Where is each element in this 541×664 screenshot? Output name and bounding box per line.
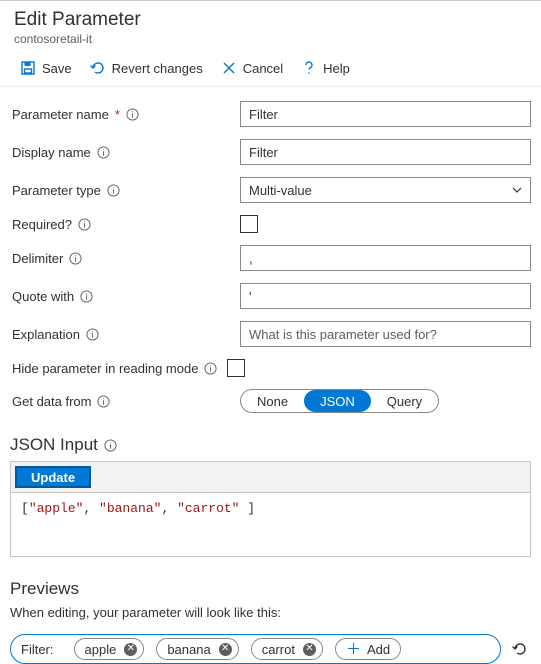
filter-tag[interactable]: apple ✕ — [74, 638, 145, 660]
tag-text: carrot — [262, 642, 295, 657]
remove-tag-icon[interactable]: ✕ — [219, 643, 232, 656]
seg-none[interactable]: None — [241, 390, 304, 412]
delimiter-label: Delimiter — [12, 251, 63, 266]
info-icon[interactable] — [69, 252, 82, 265]
seg-query[interactable]: Query — [371, 390, 438, 412]
previews-subtitle: When editing, your parameter will look l… — [0, 605, 541, 634]
info-icon[interactable] — [107, 184, 120, 197]
add-label: Add — [367, 642, 390, 657]
page-subtitle: contosoretail-it — [14, 32, 527, 46]
param-type-label: Parameter type — [12, 183, 101, 198]
hide-param-checkbox[interactable] — [227, 359, 245, 377]
get-data-label: Get data from — [12, 394, 91, 409]
quote-with-label: Quote with — [12, 289, 74, 304]
previews-title: Previews — [10, 579, 79, 599]
add-tag-button[interactable]: ＋ Add — [335, 638, 401, 660]
undo-icon — [512, 641, 528, 657]
quote-with-input[interactable] — [240, 283, 531, 309]
explanation-label: Explanation — [12, 327, 80, 342]
filter-tag[interactable]: banana ✕ — [156, 638, 238, 660]
required-label: Required? — [12, 217, 72, 232]
info-icon[interactable] — [104, 439, 117, 452]
json-input-panel: Update ["apple", "banana", "carrot" ] — [10, 461, 531, 557]
get-data-segmented: None JSON Query — [240, 389, 439, 413]
revert-button[interactable]: Revert changes — [90, 60, 203, 76]
help-icon — [301, 60, 317, 76]
display-name-input[interactable] — [240, 139, 531, 165]
remove-tag-icon[interactable]: ✕ — [124, 643, 137, 656]
delimiter-input[interactable] — [240, 245, 531, 271]
close-icon — [221, 60, 237, 76]
remove-tag-icon[interactable]: ✕ — [303, 643, 316, 656]
page-title: Edit Parameter — [14, 9, 527, 31]
help-label: Help — [323, 61, 350, 76]
filter-label: Filter: — [21, 642, 54, 657]
explanation-input[interactable] — [240, 321, 531, 347]
display-name-label: Display name — [12, 145, 91, 160]
cancel-button[interactable]: Cancel — [221, 60, 283, 76]
filter-tag[interactable]: carrot ✕ — [251, 638, 323, 660]
json-code-editor[interactable]: ["apple", "banana", "carrot" ] — [11, 493, 530, 557]
revert-label: Revert changes — [112, 61, 203, 76]
param-name-input[interactable] — [240, 101, 531, 127]
required-checkbox[interactable] — [240, 215, 258, 233]
required-asterisk: * — [115, 107, 120, 122]
param-name-label: Parameter name — [12, 107, 109, 122]
preview-undo-button[interactable] — [509, 638, 531, 660]
info-icon[interactable] — [78, 218, 91, 231]
toolbar: Save Revert changes Cancel Help — [0, 50, 541, 87]
tag-text: apple — [85, 642, 117, 657]
info-icon[interactable] — [97, 395, 110, 408]
info-icon[interactable] — [97, 146, 110, 159]
save-icon — [20, 60, 36, 76]
plus-icon: ＋ — [346, 642, 361, 657]
cancel-label: Cancel — [243, 61, 283, 76]
info-icon[interactable] — [80, 290, 93, 303]
param-type-select[interactable] — [240, 177, 531, 203]
info-icon[interactable] — [126, 108, 139, 121]
hide-param-label: Hide parameter in reading mode — [12, 361, 198, 376]
undo-icon — [90, 60, 106, 76]
help-button[interactable]: Help — [301, 60, 350, 76]
seg-json[interactable]: JSON — [304, 390, 371, 412]
update-button[interactable]: Update — [15, 466, 91, 488]
save-label: Save — [42, 61, 72, 76]
filter-control[interactable]: Filter: apple ✕ banana ✕ carrot ✕ ＋ Add — [10, 634, 501, 664]
tag-text: banana — [167, 642, 210, 657]
json-section-title: JSON Input — [10, 435, 98, 455]
save-button[interactable]: Save — [20, 60, 72, 76]
info-icon[interactable] — [86, 328, 99, 341]
info-icon[interactable] — [204, 362, 217, 375]
